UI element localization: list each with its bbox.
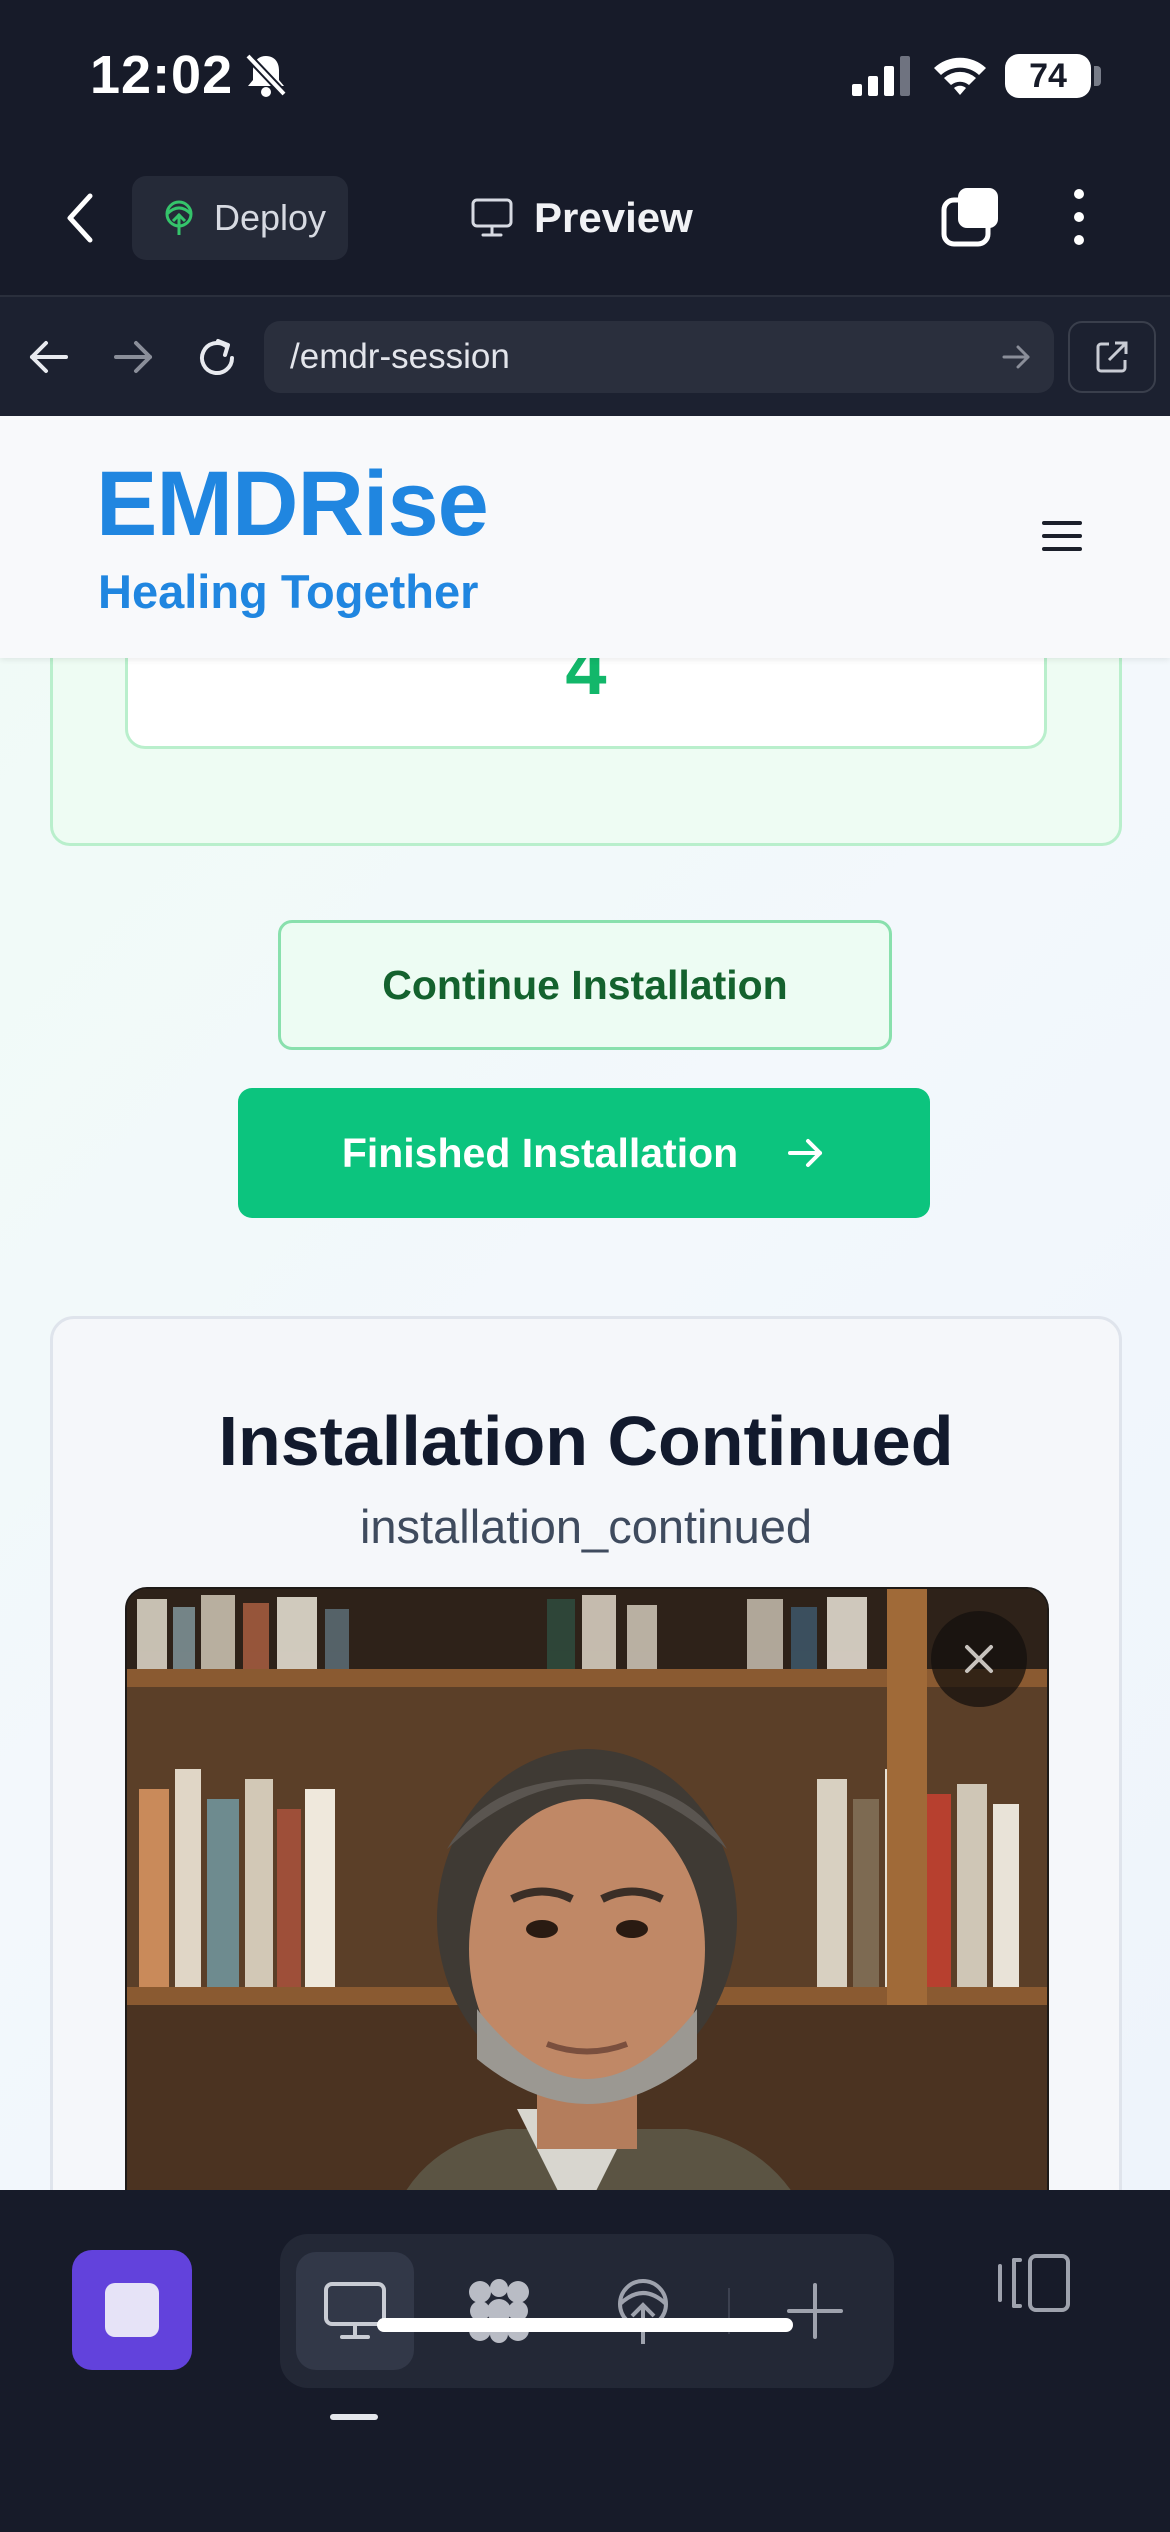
hamburger-menu-icon[interactable]	[1040, 516, 1084, 556]
bottom-toolbar	[0, 2190, 1170, 2532]
video-title: Installation Continued	[218, 1402, 954, 1480]
video-subtitle: installation_continued	[359, 1500, 813, 1553]
url-field[interactable]: /emdr-session	[264, 321, 1054, 393]
deploy-tool-button[interactable]	[584, 2252, 702, 2370]
monitor-icon	[471, 198, 513, 237]
monitor-icon	[324, 2282, 386, 2339]
battery-indicator: 74	[1005, 54, 1091, 98]
go-arrow-icon[interactable]	[1000, 341, 1032, 373]
site-tagline: Healing Together	[98, 565, 479, 618]
close-video-button[interactable]	[931, 1611, 1027, 1707]
close-icon	[965, 1645, 993, 1673]
stop-icon	[105, 2283, 159, 2337]
status-time: 12:02	[90, 45, 234, 105]
reload-icon[interactable]	[192, 333, 242, 383]
split-panel-icon[interactable]	[996, 2252, 1072, 2314]
deploy-icon	[618, 2279, 668, 2344]
plus-icon	[787, 2283, 843, 2339]
open-external-button[interactable]	[1068, 321, 1156, 393]
finished-installation-button[interactable]: Finished Installation	[238, 1088, 930, 1218]
home-indicator[interactable]	[377, 2318, 793, 2332]
deploy-button[interactable]: Deploy	[132, 176, 348, 260]
url-text: /emdr-session	[290, 337, 510, 376]
finished-installation-label: Finished Installation	[341, 1129, 739, 1176]
therapist-portrait-image	[127, 1589, 1047, 2190]
video-card: Installation Continued installation_cont…	[50, 1316, 1122, 2190]
arrow-right-icon	[788, 1139, 823, 1167]
add-tool-button[interactable]	[756, 2252, 874, 2370]
more-options-icon[interactable]	[1064, 186, 1094, 248]
preview-page: EMDRise Healing Together 4 Continue Inst…	[0, 416, 1170, 2190]
therapist-video[interactable]	[125, 1587, 1049, 2190]
preview-tool-button[interactable]	[296, 2252, 414, 2370]
stop-button[interactable]	[72, 2250, 192, 2370]
app-top-bar: Deploy Preview	[0, 150, 1170, 295]
active-tab-indicator	[330, 2414, 378, 2420]
deploy-label: Deploy	[214, 197, 327, 238]
site-header: EMDRise Healing Together	[0, 416, 1170, 658]
status-bar: 12:02 74	[0, 0, 1170, 150]
continue-installation-button[interactable]: Continue Installation	[278, 920, 892, 1050]
bell-muted-icon	[245, 53, 287, 97]
browser-forward-icon[interactable]	[110, 337, 156, 377]
cellular-signal-icon	[852, 56, 910, 96]
preview-label: Preview	[534, 194, 693, 241]
agent-tool-button[interactable]	[440, 2252, 558, 2370]
tool-switcher	[280, 2234, 894, 2388]
deploy-icon	[165, 200, 193, 235]
browser-back-icon[interactable]	[26, 337, 72, 377]
site-brand[interactable]: EMDRise	[96, 452, 489, 557]
wifi-icon	[934, 57, 986, 95]
preview-tab[interactable]: Preview	[470, 176, 693, 260]
battery-tip	[1094, 66, 1101, 86]
back-chevron-icon[interactable]	[62, 192, 98, 244]
agent-icon	[469, 2279, 529, 2343]
tabs-switcher-icon[interactable]	[940, 186, 1002, 248]
external-link-icon	[1096, 341, 1128, 373]
browser-url-bar: /emdr-session	[0, 295, 1170, 416]
